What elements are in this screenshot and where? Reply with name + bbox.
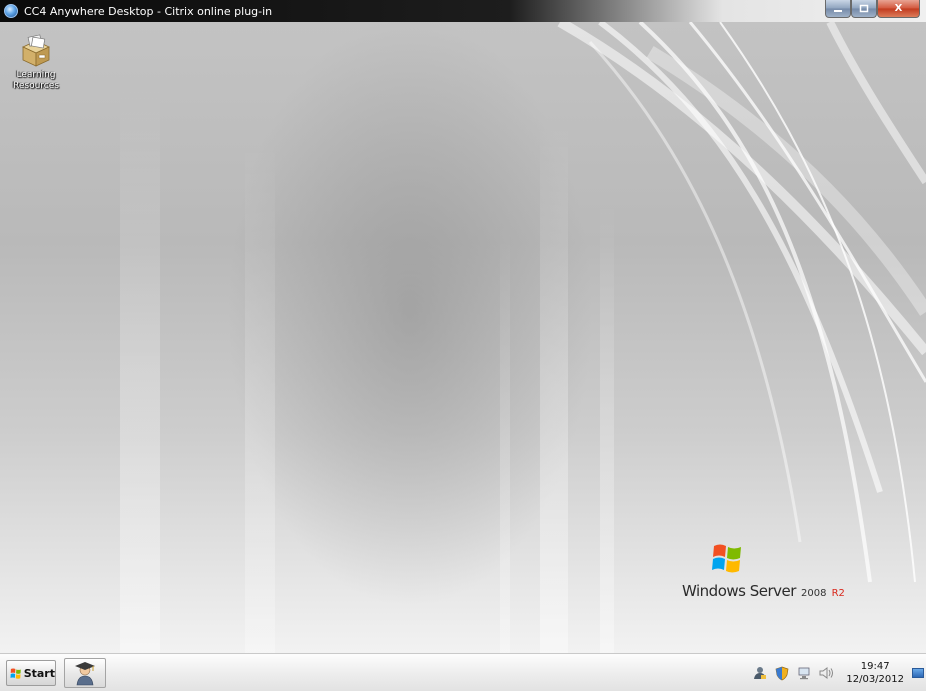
citrix-icon <box>4 4 18 18</box>
os-version-year: 2008 <box>801 588 827 599</box>
clock[interactable]: 19:47 12/03/2012 <box>846 660 904 686</box>
os-branding: Windows Server 2008 R2 <box>682 542 862 612</box>
graduate-student-icon <box>75 662 95 686</box>
window-title: CC4 Anywhere Desktop - Citrix online plu… <box>24 4 273 18</box>
remote-desktop-session: CC4 Anywhere Desktop - Citrix online plu… <box>0 0 926 691</box>
volume-icon[interactable] <box>818 665 834 681</box>
os-product-name: Windows Server <box>682 582 796 600</box>
taskbar-app-button[interactable] <box>64 658 106 688</box>
minimize-button[interactable] <box>825 0 851 18</box>
windows-flag-icon <box>10 668 21 679</box>
desktop-icon-learning-resources[interactable]: Learning Resources <box>10 34 62 92</box>
minimize-icon <box>834 9 842 12</box>
show-desktop-icon[interactable] <box>912 668 924 678</box>
window-titlebar[interactable]: CC4 Anywhere Desktop - Citrix online plu… <box>0 0 926 22</box>
os-edition: R2 <box>831 588 845 599</box>
clock-time: 19:47 <box>860 661 890 672</box>
user-status-icon[interactable] <box>752 665 768 681</box>
windows-flag-logo <box>712 544 741 573</box>
clock-date: 12/03/2012 <box>846 674 904 685</box>
security-shield-icon[interactable] <box>774 665 790 681</box>
close-icon: X <box>894 3 903 14</box>
desktop[interactable]: Learning Resources Windows Server 2008 R… <box>0 22 926 653</box>
taskbar: Start 19:47 12/03/2012 <box>0 653 926 691</box>
maximize-icon <box>859 4 869 13</box>
window-controls: X <box>825 0 920 20</box>
start-label: Start <box>23 666 55 680</box>
start-button[interactable]: Start <box>6 660 56 686</box>
os-name: Windows Server 2008 R2 <box>682 581 845 600</box>
network-icon[interactable] <box>796 665 812 681</box>
maximize-button[interactable] <box>851 0 877 18</box>
learning-resources-box-icon <box>22 34 50 67</box>
close-button[interactable]: X <box>877 0 920 18</box>
desktop-icon-label: Learning Resources <box>13 70 59 91</box>
system-tray: 19:47 12/03/2012 <box>752 654 926 691</box>
